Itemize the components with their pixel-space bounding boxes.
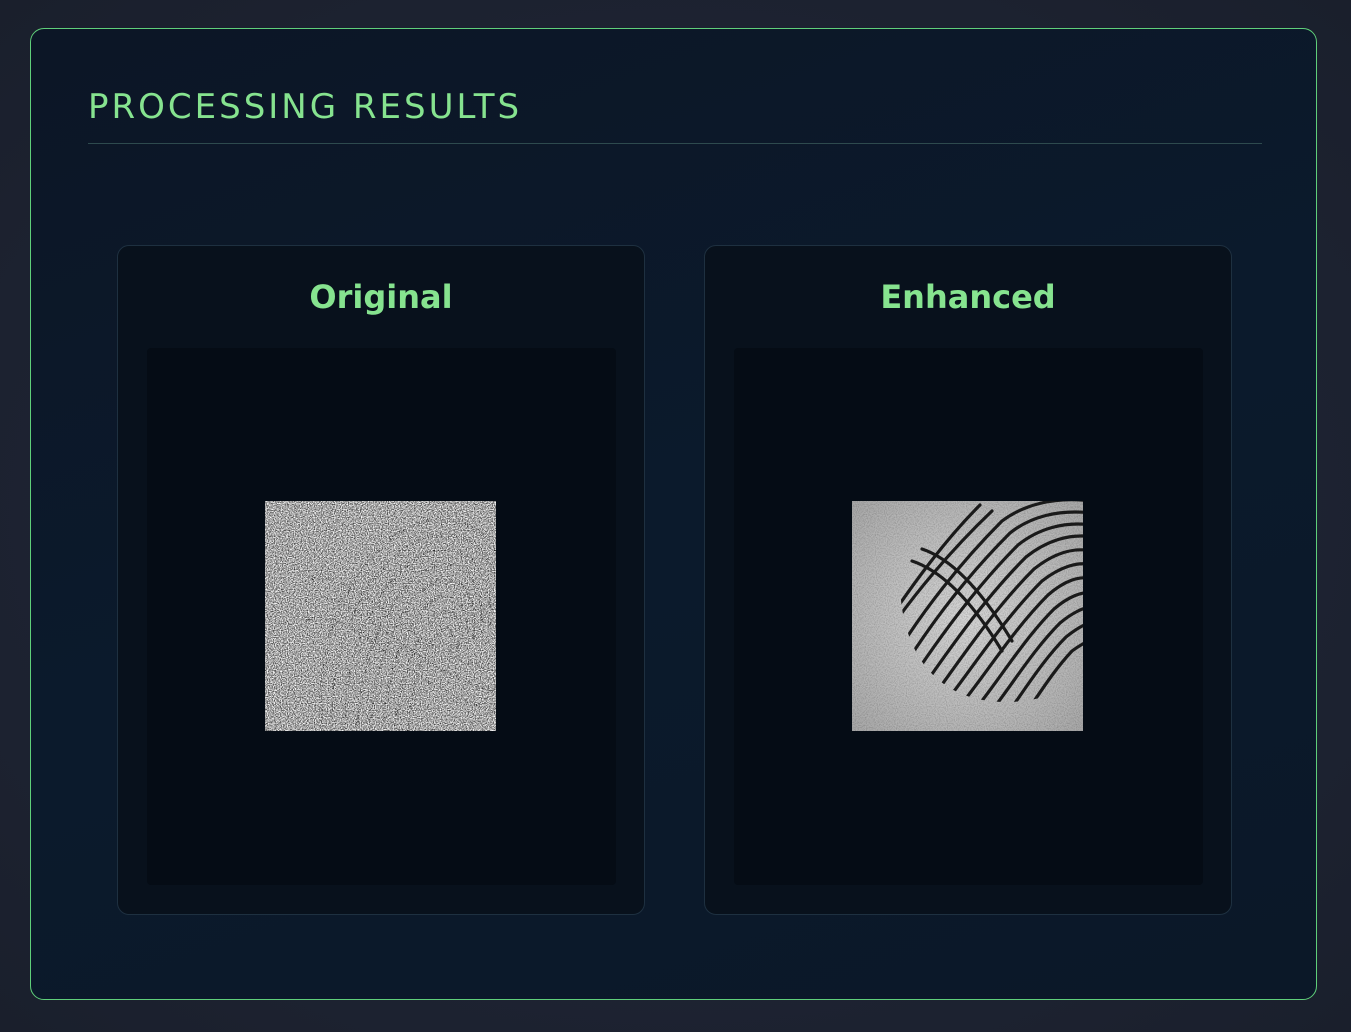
original-image-container <box>147 348 616 885</box>
enhanced-card-title: Enhanced <box>880 278 1056 316</box>
fingerprint-original-image <box>265 501 496 731</box>
enhanced-image-container <box>734 348 1203 885</box>
enhanced-result-card: Enhanced <box>704 245 1232 915</box>
title-divider <box>88 143 1262 144</box>
page-title: PROCESSING RESULTS <box>88 87 523 127</box>
fingerprint-enhanced-image <box>852 501 1083 731</box>
processing-results-panel: PROCESSING RESULTS Original Enhanced <box>30 28 1317 1000</box>
original-result-card: Original <box>117 245 645 915</box>
original-card-title: Original <box>309 278 453 316</box>
